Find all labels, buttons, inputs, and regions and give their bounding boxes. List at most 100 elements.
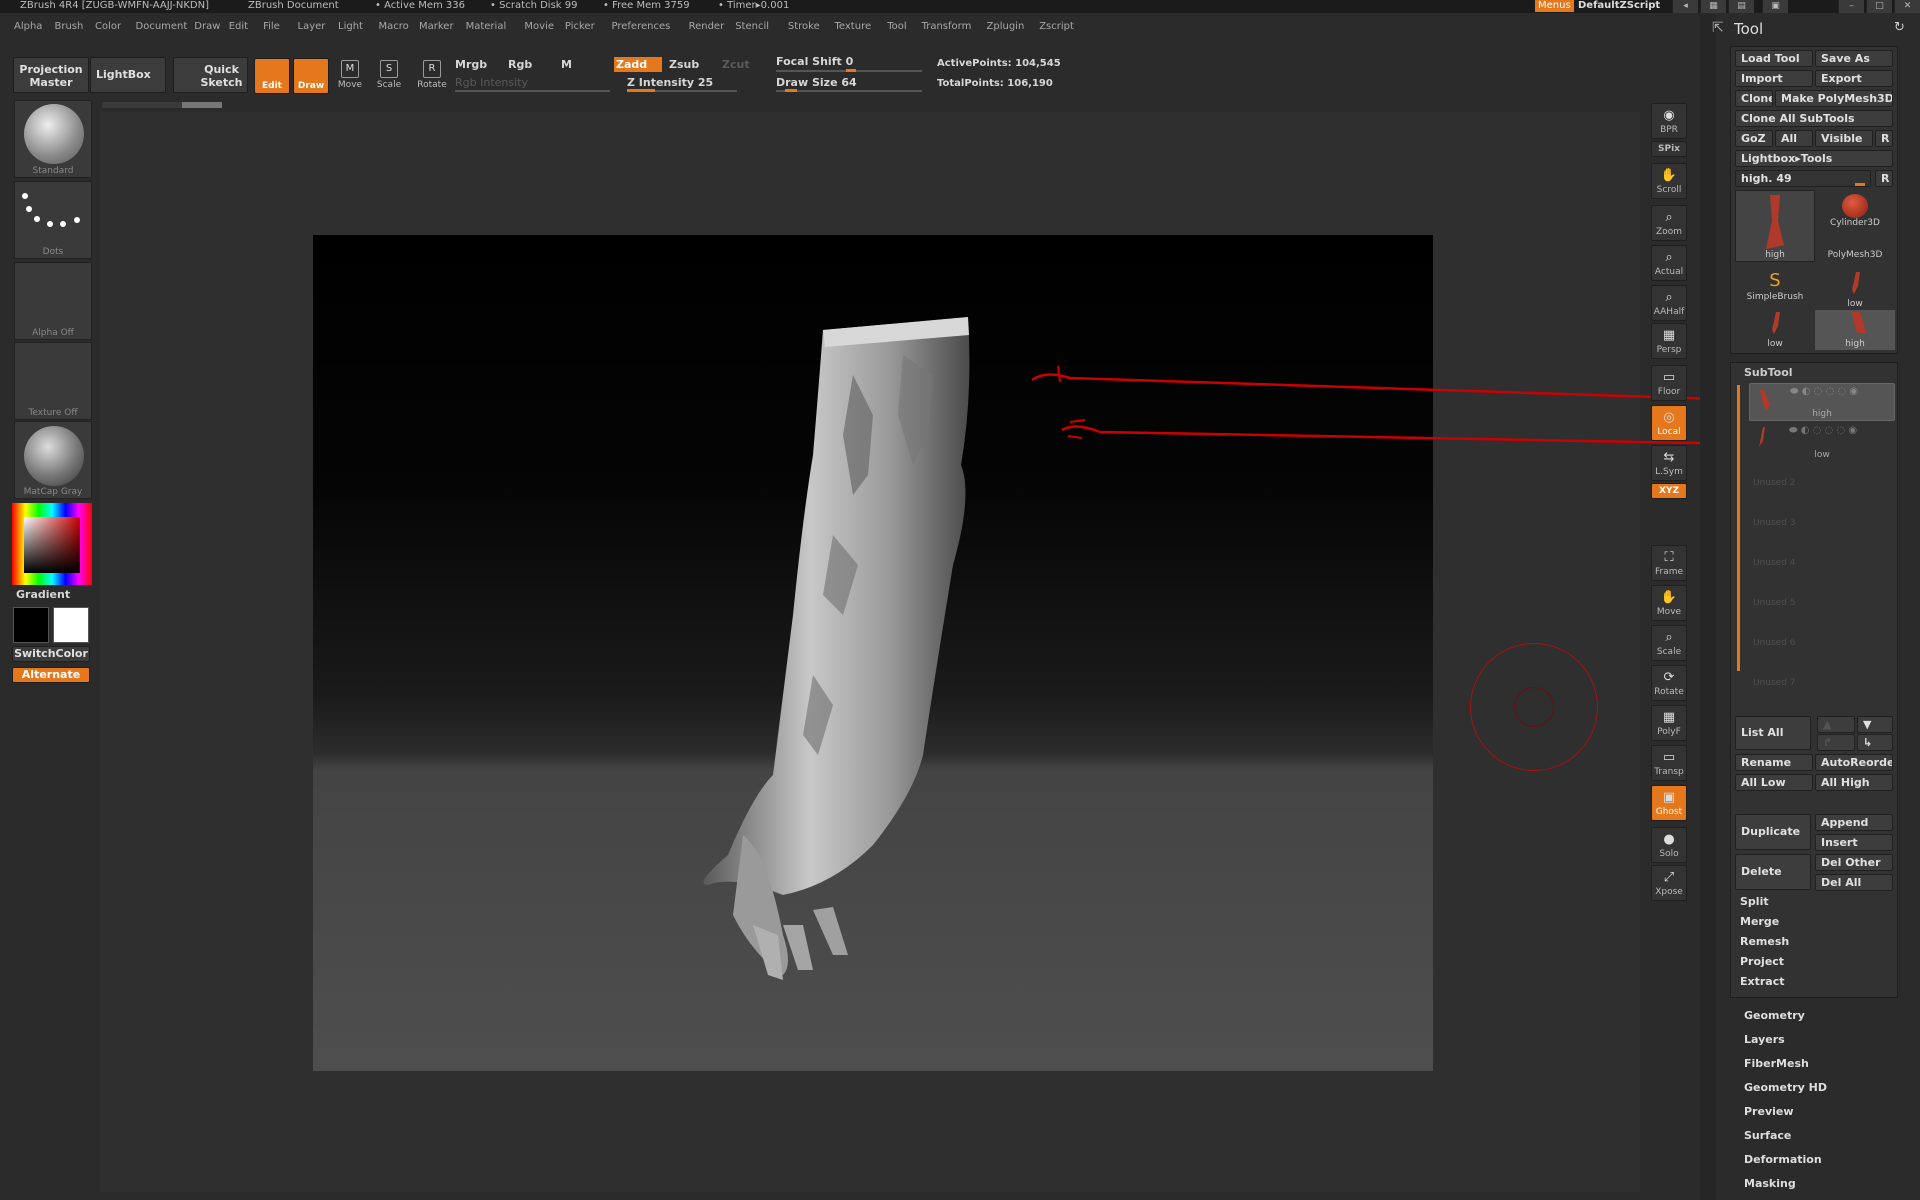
tool-thumb-high[interactable]: high <box>1735 190 1815 262</box>
menu-zscript[interactable]: Zscript <box>1039 21 1074 32</box>
section-deformation[interactable]: Deformation <box>1744 1153 1822 1166</box>
draw-size-track[interactable] <box>776 90 922 92</box>
palette-scrollbar[interactable] <box>1700 14 1716 1200</box>
arrow-left-icon[interactable]: ◂ <box>1672 0 1698 13</box>
toolbar-persp-button[interactable]: ▦ Persp <box>1651 323 1687 359</box>
tool-thumb-low[interactable]: low <box>1815 270 1895 310</box>
goz-button[interactable]: GoZ <box>1735 130 1773 147</box>
layout-icon-2[interactable]: ▤ <box>1728 0 1754 13</box>
maximize-icon[interactable]: □ <box>1866 0 1892 13</box>
menu-stroke[interactable]: Stroke <box>788 21 820 32</box>
export-button[interactable]: Export <box>1815 70 1893 87</box>
subtool-item-low[interactable]: ⬬ ◐ ◌ ◌ ◌ ◉ low <box>1749 423 1895 461</box>
rgb-intensity-slider[interactable]: Rgb Intensity <box>455 76 528 89</box>
toolbar-floor-button[interactable]: ▭ Floor <box>1651 365 1687 401</box>
main-color-swatch[interactable] <box>13 607 49 643</box>
menu-picker[interactable]: Picker <box>565 21 595 32</box>
color-square[interactable] <box>24 517 80 573</box>
edit-button[interactable]: Edit <box>254 58 290 94</box>
rgb-intensity-track[interactable] <box>455 90 610 92</box>
zadd-button[interactable]: Zadd <box>614 57 663 72</box>
toolbar-frame-button[interactable]: ⛶ Frame <box>1651 545 1687 581</box>
toolbar-xyz-button[interactable]: XYZ <box>1651 483 1687 499</box>
toolbar-lsym-button[interactable]: ⇆ L.Sym <box>1651 445 1687 481</box>
minimize-icon[interactable]: – <box>1838 0 1864 13</box>
brush-slot[interactable]: Standard <box>14 100 92 178</box>
list-all-button[interactable]: List All <box>1735 716 1811 750</box>
toolbar-move-button[interactable]: ✋ Move <box>1651 585 1687 621</box>
menu-edit[interactable]: Edit <box>229 21 248 32</box>
goz-visible-button[interactable]: Visible <box>1815 130 1873 147</box>
tool-thumb-high-2[interactable]: high <box>1815 310 1895 350</box>
menu-draw[interactable]: Draw <box>194 21 220 32</box>
del-other-button[interactable]: Del Other <box>1815 854 1893 871</box>
tool-slider[interactable]: high. 49 <box>1735 170 1871 187</box>
secondary-color-swatch[interactable] <box>53 607 89 643</box>
close-icon[interactable]: ✕ <box>1894 0 1920 13</box>
append-button[interactable]: Append <box>1815 814 1893 831</box>
menu-tool[interactable]: Tool <box>887 21 906 32</box>
goz-r-button[interactable]: R <box>1875 130 1893 147</box>
z-intensity-slider[interactable]: Z Intensity 25 <box>627 76 713 89</box>
rename-button[interactable]: Rename <box>1735 754 1813 771</box>
m-button[interactable]: M <box>561 58 572 71</box>
goz-all-button[interactable]: All <box>1775 130 1813 147</box>
toolbar-solo-button[interactable]: ● Solo <box>1651 827 1687 863</box>
alpha-slot[interactable]: Alpha Off <box>14 262 92 340</box>
menu-preferences[interactable]: Preferences <box>612 21 671 32</box>
menu-zplugin[interactable]: Zplugin <box>987 21 1025 32</box>
menu-macro[interactable]: Macro <box>379 21 409 32</box>
toolbar-zoom-button[interactable]: ⌕ Zoom <box>1651 205 1687 241</box>
project-menu[interactable]: Project <box>1735 954 1897 971</box>
menu-render[interactable]: Render <box>689 21 725 32</box>
move-down-icon[interactable]: ▼ <box>1857 716 1893 733</box>
default-zscript[interactable]: DefaultZScript <box>1578 0 1660 12</box>
subtool-unused-3[interactable]: Unused 3 <box>1753 518 1796 528</box>
del-all-button[interactable]: Del All <box>1815 874 1893 891</box>
doc-scrollbar-thumb[interactable] <box>182 102 222 108</box>
menu-alpha[interactable]: Alpha <box>14 21 42 32</box>
menu-brush[interactable]: Brush <box>55 21 84 32</box>
move-up-icon[interactable]: ▲ <box>1817 716 1855 733</box>
arrow-curve-down-icon[interactable]: ↳ <box>1857 734 1893 751</box>
extract-menu[interactable]: Extract <box>1735 974 1897 991</box>
menu-light[interactable]: Light <box>338 21 363 32</box>
subtool-unused-2[interactable]: Unused 2 <box>1753 478 1796 488</box>
duplicate-button[interactable]: Duplicate <box>1735 814 1811 850</box>
clone-all-subtools-button[interactable]: Clone All SubTools <box>1735 110 1893 127</box>
section-preview[interactable]: Preview <box>1744 1105 1794 1118</box>
stroke-slot[interactable]: Dots <box>14 181 92 259</box>
insert-button[interactable]: Insert <box>1815 834 1893 851</box>
visibility-toggle-icons[interactable]: ⬬ ◐ ◌ ◌ ◌ ◉ <box>1790 386 1858 397</box>
section-masking[interactable]: Masking <box>1744 1177 1796 1190</box>
merge-menu[interactable]: Merge <box>1735 914 1897 931</box>
toolbar-scroll-button[interactable]: ✋ Scroll <box>1651 163 1687 199</box>
load-tool-button[interactable]: Load Tool <box>1735 50 1813 67</box>
gradient-toggle[interactable]: Gradient <box>16 588 70 601</box>
menu-color[interactable]: Color <box>95 21 121 32</box>
all-high-button[interactable]: All High <box>1815 774 1893 791</box>
save-as-button[interactable]: Save As <box>1815 50 1893 67</box>
draw-size-slider[interactable]: Draw Size 64 <box>776 76 857 89</box>
lightbox-button[interactable]: LightBox <box>90 57 166 93</box>
zcut-button[interactable]: Zcut <box>722 58 750 71</box>
subtool-unused-7[interactable]: Unused 7 <box>1753 678 1796 688</box>
section-geometry[interactable]: Geometry <box>1744 1009 1805 1022</box>
toolbar-local-button[interactable]: ◎ Local <box>1651 405 1687 441</box>
zsub-button[interactable]: Zsub <box>669 58 699 71</box>
toolbar-bpr-button[interactable]: ◉ BPR <box>1651 103 1687 139</box>
move-button[interactable]: M Move <box>332 56 368 96</box>
section-surface[interactable]: Surface <box>1744 1129 1791 1142</box>
toolbar-spix-button[interactable]: SPix <box>1651 141 1687 157</box>
import-button[interactable]: Import <box>1735 70 1813 87</box>
color-picker[interactable] <box>12 503 92 585</box>
menu-marker[interactable]: Marker <box>419 21 454 32</box>
split-menu[interactable]: Split <box>1735 894 1897 911</box>
menu-stencil[interactable]: Stencil <box>735 21 769 32</box>
menu-document[interactable]: Document <box>136 21 188 32</box>
toolbar-polyf-button[interactable]: ▦ PolyF <box>1651 705 1687 741</box>
menus-button[interactable]: Menus <box>1535 0 1574 12</box>
arrow-curve-up-icon[interactable]: ↱ <box>1817 734 1855 751</box>
section-layers[interactable]: Layers <box>1744 1033 1785 1046</box>
subtool-unused-6[interactable]: Unused 6 <box>1753 638 1796 648</box>
